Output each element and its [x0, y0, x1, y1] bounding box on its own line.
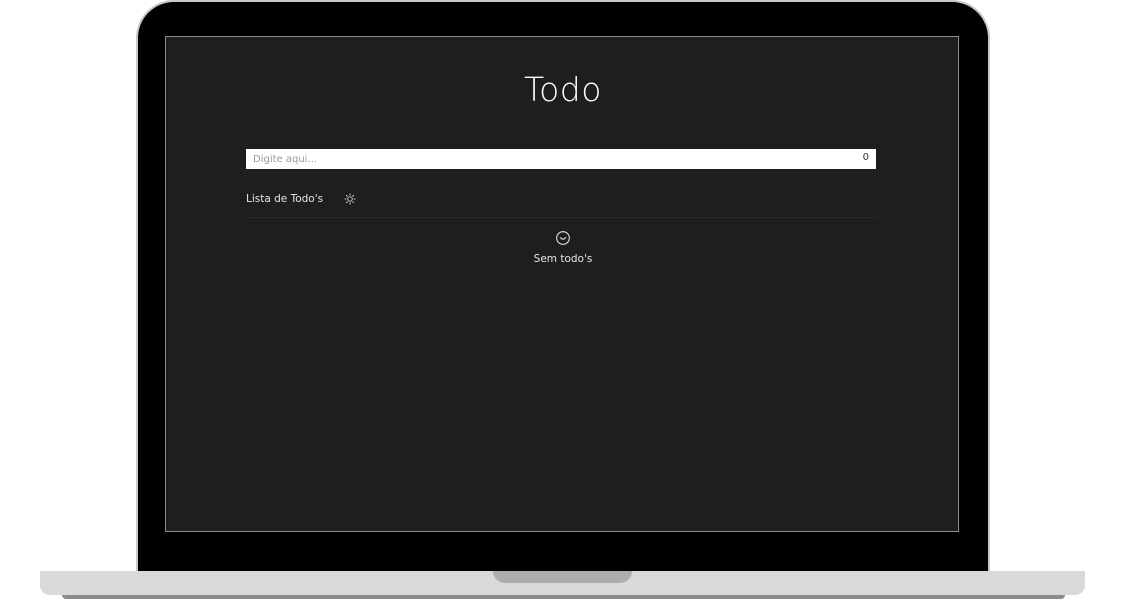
smiley-icon [556, 231, 570, 245]
app-screen: Todo 0 Lista de Todo's [165, 36, 959, 532]
todo-input-row: 0 [246, 149, 876, 169]
laptop-notch [493, 571, 632, 583]
todo-input[interactable] [246, 149, 836, 169]
empty-state: Sem todo's [166, 230, 960, 265]
theme-toggle-button[interactable] [343, 192, 357, 206]
empty-message: Sem todo's [533, 253, 593, 265]
char-counter: 0 [862, 152, 869, 163]
list-header: Lista de Todo's [246, 191, 357, 207]
sun-icon [344, 193, 356, 205]
list-title: Lista de Todo's [246, 193, 324, 205]
page-title: Todo [524, 70, 602, 109]
laptop-base-shadow [62, 595, 1065, 599]
list-divider [246, 217, 876, 218]
